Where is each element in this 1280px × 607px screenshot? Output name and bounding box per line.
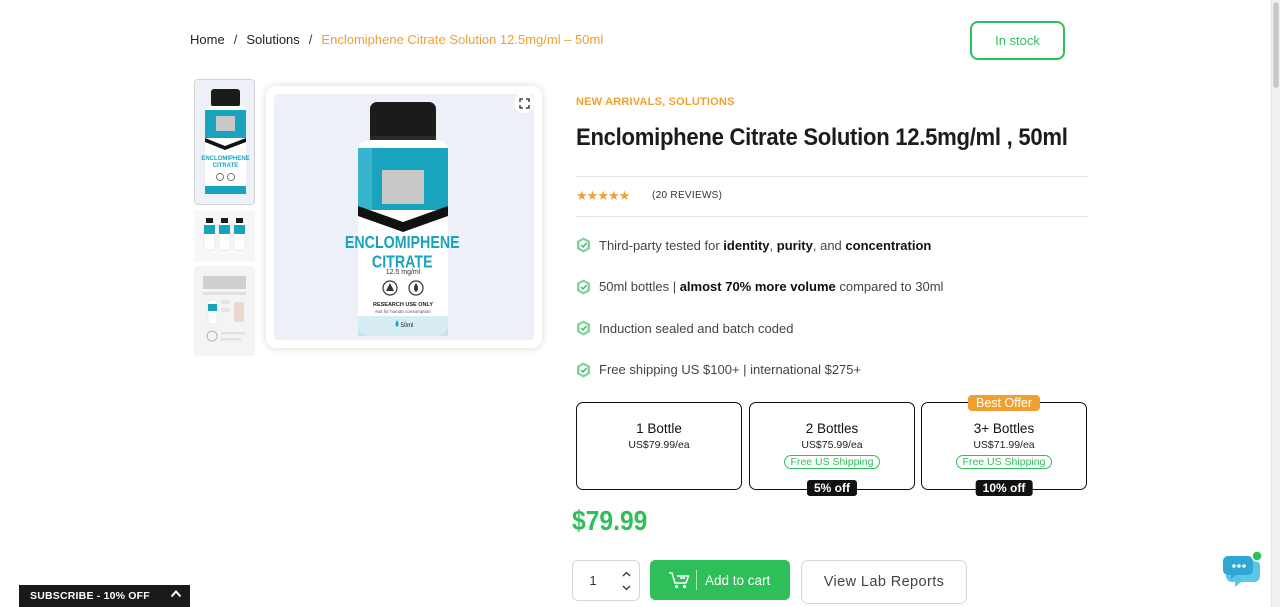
bottle-label-volume: 50ml xyxy=(400,323,413,329)
star-icon: ★ xyxy=(607,188,620,203)
verified-badge-icon xyxy=(577,237,590,253)
product-image-background: ENCLOMIPHENE CITRATE 12.5 mg/ml RESEARCH… xyxy=(274,94,534,340)
bottle-label-concentration: 12.5 mg/ml xyxy=(386,269,421,276)
feature-item: 50ml bottles | almost 70% more volume co… xyxy=(576,277,943,297)
feature-item: Third-party tested for identity, purity,… xyxy=(576,235,943,255)
button-divider xyxy=(696,570,697,590)
breadcrumb-separator: / xyxy=(233,32,238,47)
offer-title: 1 Bottle xyxy=(636,421,682,436)
add-to-cart-label: Add to cart xyxy=(705,572,771,588)
star-icon: ★ xyxy=(586,188,599,203)
verified-badge-icon xyxy=(577,279,590,294)
svg-text:ENCLOMIPHENE: ENCLOMIPHENE xyxy=(201,156,249,162)
breadcrumb-solutions[interactable]: Solutions xyxy=(246,32,299,47)
feature-item: Induction sealed and batch coded xyxy=(576,318,943,338)
star-rating: ★★★★★ xyxy=(576,188,631,204)
breadcrumb-current: Enclomiphene Citrate Solution 12.5mg/ml … xyxy=(321,32,604,47)
discount-badge: 10% off xyxy=(975,480,1033,496)
chat-icon xyxy=(1223,550,1263,587)
breadcrumb-separator: / xyxy=(308,32,313,47)
breadcrumb-home[interactable]: Home xyxy=(190,32,225,47)
free-shipping-badge: Free US Shipping xyxy=(955,455,1053,469)
discount-badge: 5% off xyxy=(807,480,857,496)
offer-title: 3+ Bottles xyxy=(973,421,1035,436)
svg-text:CITRATE: CITRATE xyxy=(213,163,239,169)
view-lab-reports-button[interactable]: View Lab Reports xyxy=(801,560,967,604)
feature-list: Third-party tested for identity, purity,… xyxy=(576,235,943,401)
feature-text: Free shipping US $100+ | international $… xyxy=(599,362,862,377)
divider xyxy=(576,176,1088,177)
scrollbar-thumb[interactable] xyxy=(1273,2,1279,88)
chevron-up-icon[interactable] xyxy=(622,571,631,577)
offer-price: US$79.99/ea xyxy=(628,439,690,451)
product-main-image[interactable]: ENCLOMIPHENE CITRATE 12.5 mg/ml RESEARCH… xyxy=(266,86,542,348)
bottle-label-research: RESEARCH USE ONLY xyxy=(373,302,433,308)
stock-status-badge: In stock xyxy=(970,21,1065,60)
feature-text: Third-party tested for identity, purity,… xyxy=(599,237,932,253)
thumbnail-gallery: ENCLOMIPHENE CITRATE xyxy=(194,79,256,356)
star-icon: ★ xyxy=(618,188,631,203)
bottle-label-research-sub: Not for human consumption xyxy=(375,309,431,314)
offer-option-1-bottle[interactable]: 1 Bottle US$79.99/ea xyxy=(576,402,742,490)
thumbnail-three-bottles[interactable] xyxy=(194,210,255,262)
page-scrollbar[interactable] xyxy=(1271,0,1280,607)
offer-title: 2 Bottles xyxy=(805,421,859,436)
offer-price: US$71.99/ea xyxy=(973,439,1035,451)
quantity-input[interactable]: 1 xyxy=(573,573,613,588)
expand-icon[interactable] xyxy=(514,93,534,113)
quantity-arrows xyxy=(613,561,639,600)
offer-option-3-bottles[interactable]: Best Offer 3+ Bottles US$71.99/ea Free U… xyxy=(921,395,1087,496)
feature-text: 50ml bottles | almost 70% more volume co… xyxy=(599,279,944,294)
verified-badge-icon xyxy=(577,362,590,377)
offer-option-2-bottles[interactable]: 2 Bottles US$75.99/ea Free US Shipping 5… xyxy=(749,402,915,496)
star-icon: ★ xyxy=(576,188,588,203)
reviews-link[interactable]: (20 REVIEWS) xyxy=(652,190,722,201)
subscribe-bar[interactable]: SUBSCRIBE - 10% OFF xyxy=(19,585,190,607)
chevron-up-icon[interactable] xyxy=(170,588,182,600)
breadcrumb: Home / Solutions / Enclomiphene Citrate Solu… xyxy=(190,32,603,47)
verified-badge-icon xyxy=(577,320,590,336)
cart-icon xyxy=(669,572,690,589)
feature-item: Free shipping US $100+ | international $… xyxy=(576,360,943,380)
quantity-stepper: 1 xyxy=(572,560,640,601)
product-title: Enclomiphene Citrate Solution 12.5mg/ml … xyxy=(576,124,1068,151)
thumbnail-bottle-front[interactable]: ENCLOMIPHENE CITRATE xyxy=(194,79,255,205)
thumbnail-lab-report[interactable] xyxy=(194,266,255,356)
product-price: $79.99 xyxy=(572,505,648,536)
star-icon: ★ xyxy=(597,188,609,203)
product-categories[interactable]: NEW ARRIVALS, SOLUTIONS xyxy=(576,96,735,108)
chat-widget-button[interactable] xyxy=(1222,548,1266,592)
offer-price: US$75.99/ea xyxy=(801,439,863,451)
bottle-label-name: ENCLOMIPHENE xyxy=(345,234,460,253)
subscribe-label: SUBSCRIBE - 10% OFF xyxy=(30,590,150,602)
chevron-down-icon[interactable] xyxy=(622,585,631,591)
product-bottle-image: ENCLOMIPHENE CITRATE 12.5 mg/ml RESEARCH… xyxy=(345,102,460,336)
feature-text: Induction sealed and batch coded xyxy=(599,320,794,336)
divider xyxy=(576,216,1088,217)
best-offer-tag: Best Offer xyxy=(967,395,1041,411)
free-shipping-badge: Free US Shipping xyxy=(783,455,881,469)
add-to-cart-button[interactable]: Add to cart xyxy=(650,560,790,600)
